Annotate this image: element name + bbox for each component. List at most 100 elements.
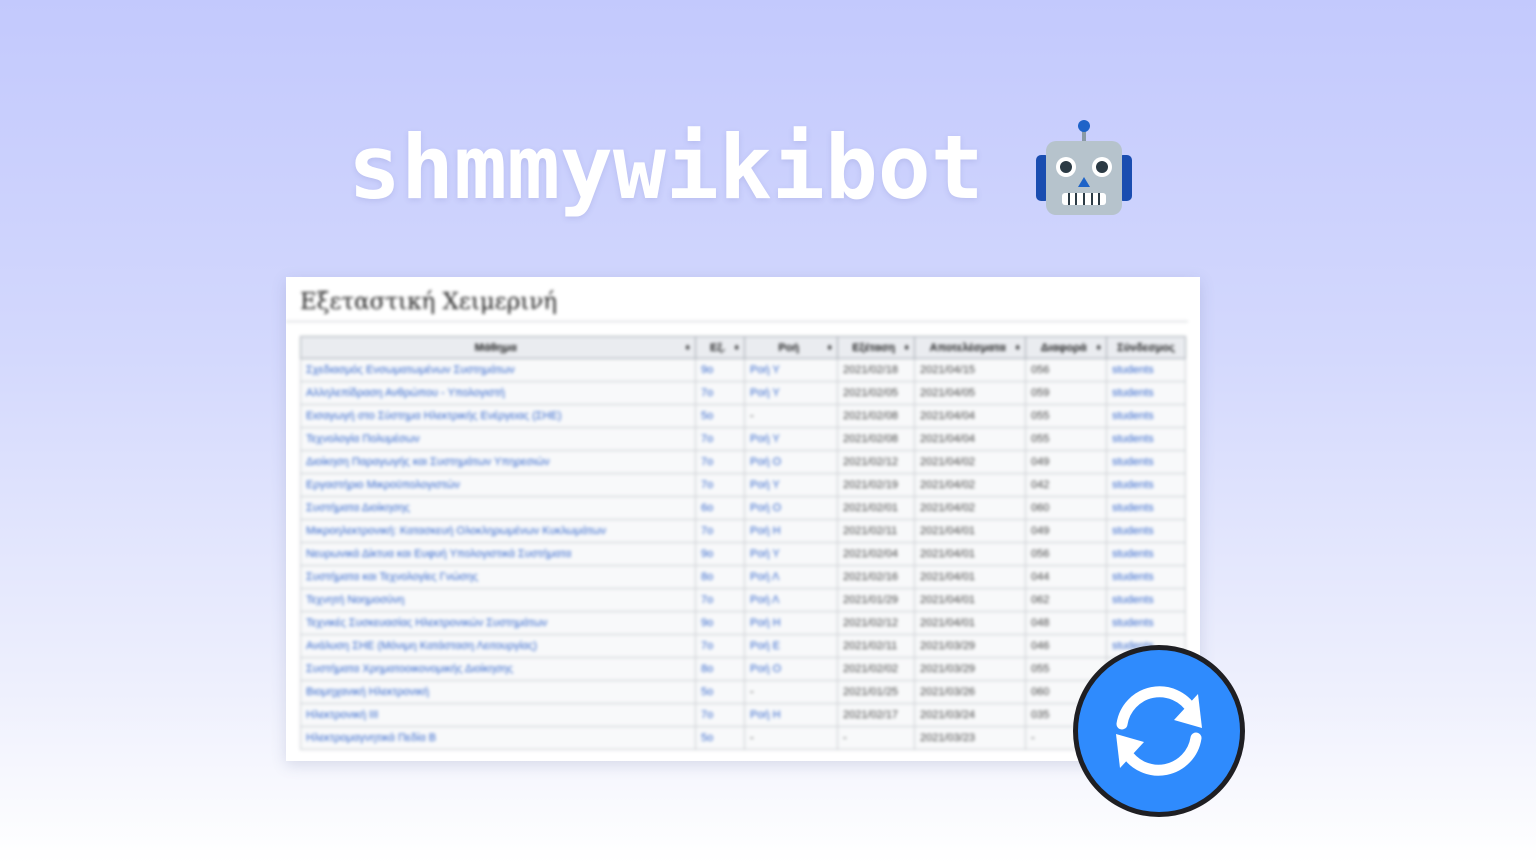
table-cell-link[interactable]: 7ο [695,588,745,612]
table-cell-link[interactable]: students [1106,404,1186,428]
table-cell-link[interactable]: Συστήματα Διοίκησης [300,496,696,520]
table-cell-link[interactable]: Διοίκηση Παραγωγής και Συστημάτων Υπηρεσ… [300,450,696,474]
column-header[interactable]: Σύνδεσμος [1106,336,1186,359]
table-cell: 2021/02/02 [837,657,915,681]
table-cell-link[interactable]: Νευρωνικά Δίκτυα και Ευφυή Υπολογιστικά … [300,542,696,566]
table-cell-link[interactable]: Ηλεκτρονική III [300,703,696,727]
table-cell-link[interactable]: students [1106,611,1186,635]
column-header[interactable]: Εξ. ♦ [695,336,745,359]
table-cell-link[interactable]: Ροή Υ [744,381,838,405]
table-cell: 2021/02/08 [837,427,915,451]
table-cell-link[interactable]: 9ο [695,611,745,635]
column-header[interactable]: Αποτελέσματα ♦ [914,336,1026,359]
table-cell-link[interactable]: 9ο [695,358,745,382]
table-cell-link[interactable]: students [1106,519,1186,543]
table-cell-link[interactable]: Ροή Η [744,611,838,635]
table-cell-link[interactable]: 7ο [695,381,745,405]
table-cell: - [837,726,915,750]
sync-button[interactable] [1073,645,1245,817]
table-cell: 2021/03/29 [914,657,1026,681]
table-cell: 2021/03/29 [914,634,1026,658]
table-cell-link[interactable]: Συστήματα και Τεχνολογίες Γνώσης [300,565,696,589]
table-cell-link[interactable]: 6ο [695,496,745,520]
table-cell: 2021/01/29 [837,588,915,612]
table-cell-link[interactable]: Ηλεκτρομαγνητικά Πεδία Β [300,726,696,750]
table-cell: 059 [1025,381,1107,405]
table-cell: - [744,404,838,428]
column-header-label: Ροή [778,341,800,354]
table-cell-link[interactable]: Ροή Ε [744,634,838,658]
sort-icon[interactable]: ♦ [827,342,832,352]
table-cell-link[interactable]: 7ο [695,634,745,658]
table-heading: Εξεταστική Χειμερινή [286,277,1188,322]
table-row: Νευρωνικά Δίκτυα και Ευφυή Υπολογιστικά … [300,542,1186,566]
table-cell-link[interactable]: Ροή Υ [744,427,838,451]
table-cell-link[interactable]: 7ο [695,473,745,497]
sort-icon[interactable]: ♦ [734,342,739,352]
table-cell-link[interactable]: 5ο [695,726,745,750]
table-cell-link[interactable]: students [1106,473,1186,497]
table-cell-link[interactable]: 5ο [695,680,745,704]
table-row: Τεχνολογία Πολυμέσων 7ο Ροή Υ 2021/02/08 202… [300,427,1186,451]
table-cell-link[interactable]: 8ο [695,565,745,589]
table-cell: 2021/02/19 [837,473,915,497]
table-cell: 044 [1025,565,1107,589]
table-cell-link[interactable]: 7ο [695,703,745,727]
table-cell-link[interactable]: 9ο [695,542,745,566]
sort-icon[interactable]: ♦ [904,342,909,352]
table-cell-link[interactable]: Ροή Λ [744,565,838,589]
table-cell: 056 [1025,358,1107,382]
table-cell-link[interactable]: 7ο [695,450,745,474]
app-title-text: shmmywikibot [348,115,984,219]
table-cell-link[interactable]: Αλληλεπίδραση Ανθρώπου - Υπολογιστή [300,381,696,405]
table-cell-link[interactable]: 7ο [695,519,745,543]
table-cell-link[interactable]: Βιομηχανική Ηλεκτρονική [300,680,696,704]
table-cell-link[interactable]: Ροή Ο [744,450,838,474]
table-cell: 2021/02/11 [837,634,915,658]
table-cell: 055 [1025,427,1107,451]
table-cell-link[interactable]: Εργαστήριο Μικροϋπολογιστών [300,473,696,497]
table-cell-link[interactable]: Ροή Υ [744,473,838,497]
table-cell-link[interactable]: Μικροηλεκτρονική: Κατασκευή Ολοκληρωμένω… [300,519,696,543]
table-cell-link[interactable]: Εισαγωγή στο Σύστημα Ηλεκτρικής Ενέργεια… [300,404,696,428]
table-cell-link[interactable]: Ροή Υ [744,542,838,566]
table-cell-link[interactable]: Ροή Ο [744,496,838,520]
table-cell-link[interactable]: students [1106,542,1186,566]
table-cell-link[interactable]: students [1106,496,1186,520]
sort-icon[interactable]: ♦ [1096,342,1101,352]
table-cell-link[interactable]: Ανάλυση ΣΗΕ (Μόνιμη Κατάσταση Λειτουργία… [300,634,696,658]
table-row: Διοίκηση Παραγωγής και Συστημάτων Υπηρεσ… [300,450,1186,474]
table-cell-link[interactable]: Ροή Υ [744,358,838,382]
table-cell-link[interactable]: students [1106,358,1186,382]
table-cell: 2021/03/26 [914,680,1026,704]
table-cell-link[interactable]: Τεχνικές Συσκευασίας Ηλεκτρονικών Συστημ… [300,611,696,635]
table-cell-link[interactable]: Σχεδιασμός Ενσωματωμένων Συστημάτων [300,358,696,382]
table-cell-link[interactable]: students [1106,588,1186,612]
table-cell-link[interactable]: Ροή Η [744,519,838,543]
table-cell-link[interactable]: students [1106,381,1186,405]
table-cell-link[interactable]: Ροή Λ [744,588,838,612]
column-header[interactable]: Εξέταση ♦ [837,336,915,359]
table-cell-link[interactable]: Ροή Ο [744,657,838,681]
table-cell: 2021/02/12 [837,611,915,635]
table-cell: 2021/04/02 [914,473,1026,497]
table-cell-link[interactable]: Τεχνητή Νοημοσύνη [300,588,696,612]
table-cell-link[interactable]: 7ο [695,427,745,451]
table-cell-link[interactable]: Τεχνολογία Πολυμέσων [300,427,696,451]
sort-icon[interactable]: ♦ [685,342,690,352]
column-header[interactable]: Διαφορά ♦ [1025,336,1107,359]
column-header-label: Εξέταση [852,341,896,354]
table-cell: 2021/02/08 [837,404,915,428]
sort-icon[interactable]: ♦ [1015,342,1020,352]
table-cell-link[interactable]: 5ο [695,404,745,428]
table-cell: 055 [1025,404,1107,428]
table-cell-link[interactable]: 8ο [695,657,745,681]
column-header[interactable]: Μάθημα ♦ [300,336,696,359]
table-cell-link[interactable]: Ροή Η [744,703,838,727]
table-row: Τεχνικές Συσκευασίας Ηλεκτρονικών Συστημ… [300,611,1186,635]
table-cell-link[interactable]: students [1106,565,1186,589]
table-cell-link[interactable]: Συστήματα Χρηματοοικονομικής Διοίκησης [300,657,696,681]
table-cell-link[interactable]: students [1106,427,1186,451]
table-cell-link[interactable]: students [1106,450,1186,474]
column-header[interactable]: Ροή ♦ [744,336,838,359]
